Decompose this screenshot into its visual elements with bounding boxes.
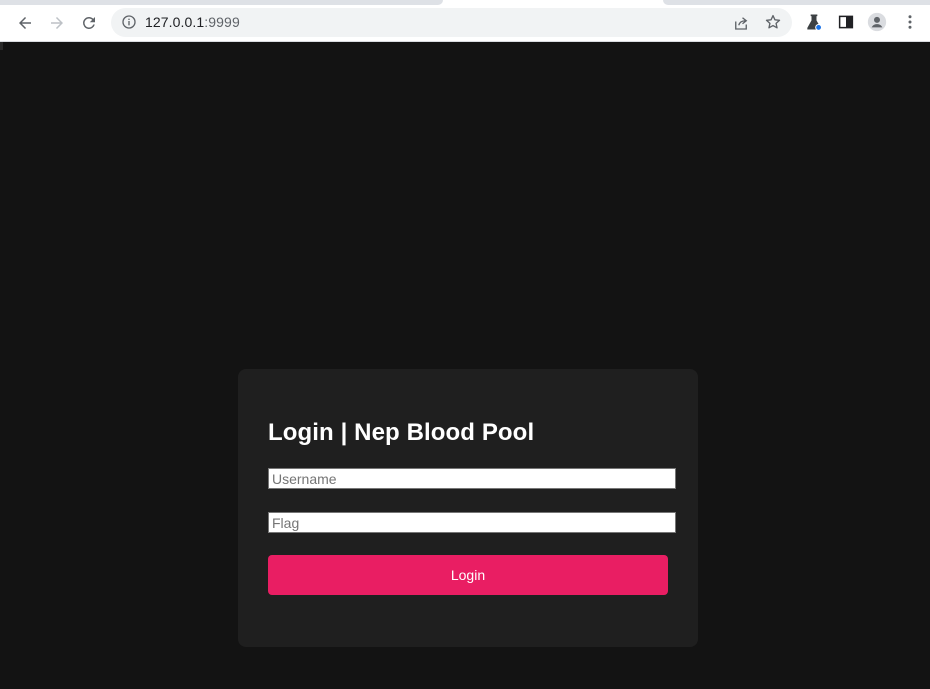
share-icon[interactable]	[732, 14, 750, 32]
window-edge	[0, 42, 3, 50]
address-bar[interactable]: 127.0.0.1:9999	[111, 8, 792, 37]
bookmark-star-icon[interactable]	[764, 13, 782, 31]
labs-button[interactable]	[804, 12, 824, 32]
site-info-icon[interactable]	[121, 14, 137, 30]
url-text[interactable]: 127.0.0.1:9999	[145, 14, 240, 31]
browser-toolbar: 127.0.0.1:9999	[0, 0, 930, 42]
tab-strip	[0, 0, 930, 5]
menu-button[interactable]	[900, 12, 920, 32]
username-input[interactable]	[268, 468, 676, 489]
url-port: :9999	[204, 14, 240, 30]
reload-button[interactable]	[76, 10, 102, 36]
profile-button[interactable]	[867, 12, 887, 32]
side-panel-button[interactable]	[836, 12, 856, 32]
profile-avatar-icon	[867, 12, 887, 32]
url-host: 127.0.0.1	[145, 14, 205, 30]
back-icon	[19, 17, 31, 29]
side-panel-icon	[838, 15, 854, 29]
tab-left[interactable]	[0, 0, 443, 5]
menu-icon	[908, 15, 912, 29]
labs-flask-icon	[807, 14, 822, 31]
login-button[interactable]: Login	[268, 555, 668, 595]
page-title: Login | Nep Blood Pool	[268, 419, 535, 446]
forward-icon	[51, 17, 63, 29]
tab-right[interactable]	[663, 0, 930, 5]
login-card: Login | Nep Blood Pool Login	[238, 369, 698, 647]
back-button[interactable]	[12, 10, 38, 36]
reload-icon	[83, 16, 95, 29]
page-body: Login | Nep Blood Pool Login	[0, 42, 930, 689]
forward-button[interactable]	[44, 10, 70, 36]
flag-input[interactable]	[268, 512, 676, 533]
